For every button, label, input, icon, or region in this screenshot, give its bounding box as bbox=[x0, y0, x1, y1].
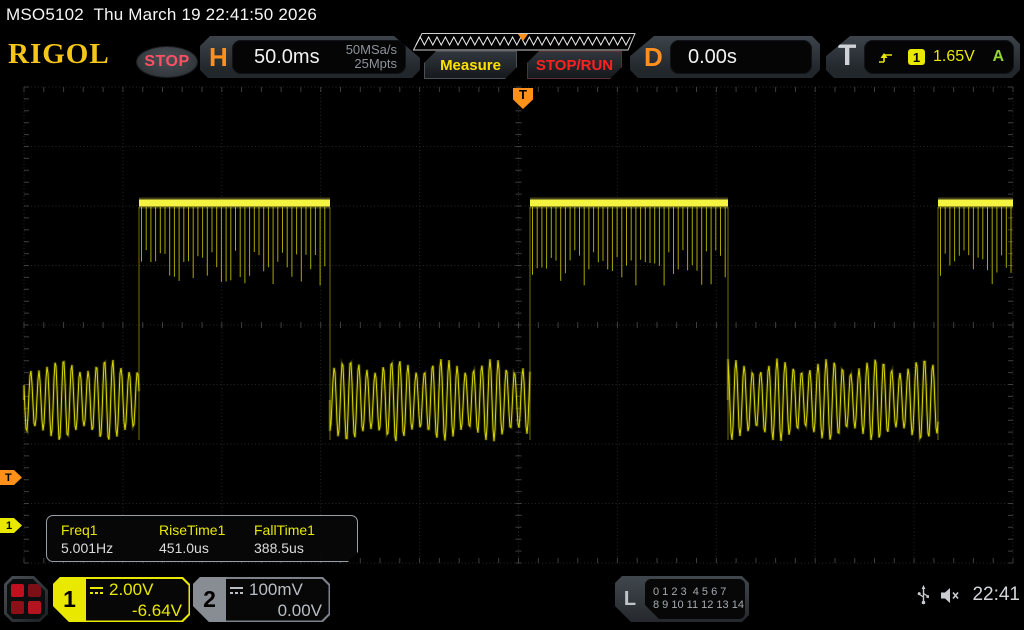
channel1-values: 2.00V -6.64V bbox=[89, 580, 182, 619]
digital-channels-panel: 0 1 2 3 4 5 6 7 8 9 10 11 12 13 14 15 bbox=[645, 579, 745, 619]
logic-analyzer-block[interactable]: L 0 1 2 3 4 5 6 7 8 9 10 11 12 13 14 15 bbox=[615, 576, 749, 622]
measurement-col-risetime: RiseTime1 451.0us bbox=[159, 521, 254, 561]
dc-coupling-icon bbox=[89, 585, 104, 596]
channel1-offset: -6.64V bbox=[89, 601, 182, 621]
channel2-number-tab[interactable]: 2 bbox=[193, 577, 226, 622]
waveform-needles bbox=[142, 207, 1012, 286]
dc-coupling-icon bbox=[229, 585, 244, 596]
trigger-position-label: T bbox=[519, 88, 527, 102]
channel2-values: 100mV 0.00V bbox=[229, 580, 322, 619]
channel1-number-tab[interactable]: 1 bbox=[53, 577, 86, 622]
measurement-col-freq: Freq1 5.001Hz bbox=[61, 521, 159, 561]
measurement-value: 451.0us bbox=[159, 539, 254, 558]
usb-icon bbox=[916, 584, 931, 606]
measurement-col-falltime: FallTime1 388.5us bbox=[254, 521, 352, 561]
grid-square bbox=[28, 584, 41, 597]
oscilloscope-screen: MSO5102 Thu March 19 22:41:50 2026 RIGOL… bbox=[0, 0, 1024, 630]
channel2-scale: 100mV bbox=[249, 580, 303, 600]
measurement-label: RiseTime1 bbox=[159, 521, 254, 539]
digital-channels-row1: 0 1 2 3 4 5 6 7 bbox=[653, 586, 745, 599]
channel1-status-block[interactable]: 1 2.00V -6.64V bbox=[53, 577, 190, 622]
speaker-muted-icon[interactable] bbox=[939, 586, 964, 605]
quick-menu-grid-icon bbox=[7, 579, 45, 619]
measurement-label: FallTime1 bbox=[254, 521, 352, 539]
measurement-results-panel[interactable]: Freq1 5.001Hz RiseTime1 451.0us FallTime… bbox=[46, 515, 358, 562]
grid-square bbox=[11, 601, 24, 614]
measurement-value: 388.5us bbox=[254, 539, 352, 558]
measurement-value: 5.001Hz bbox=[61, 539, 159, 558]
measurement-label: Freq1 bbox=[61, 521, 159, 539]
channel1-scale: 2.00V bbox=[109, 580, 153, 600]
trigger-level-label: T bbox=[5, 472, 12, 484]
digital-channels-row2: 8 9 10 11 12 13 14 15 bbox=[653, 599, 745, 612]
grid-square bbox=[28, 601, 41, 614]
channel2-status-block[interactable]: 2 100mV 0.00V bbox=[193, 577, 330, 622]
grid-square bbox=[11, 584, 24, 597]
channel1-ground-label: 1 bbox=[6, 520, 12, 532]
system-status-icons: 22:41 bbox=[916, 584, 1020, 606]
clock: 22:41 bbox=[972, 584, 1020, 606]
channel2-offset: 0.00V bbox=[229, 601, 322, 621]
